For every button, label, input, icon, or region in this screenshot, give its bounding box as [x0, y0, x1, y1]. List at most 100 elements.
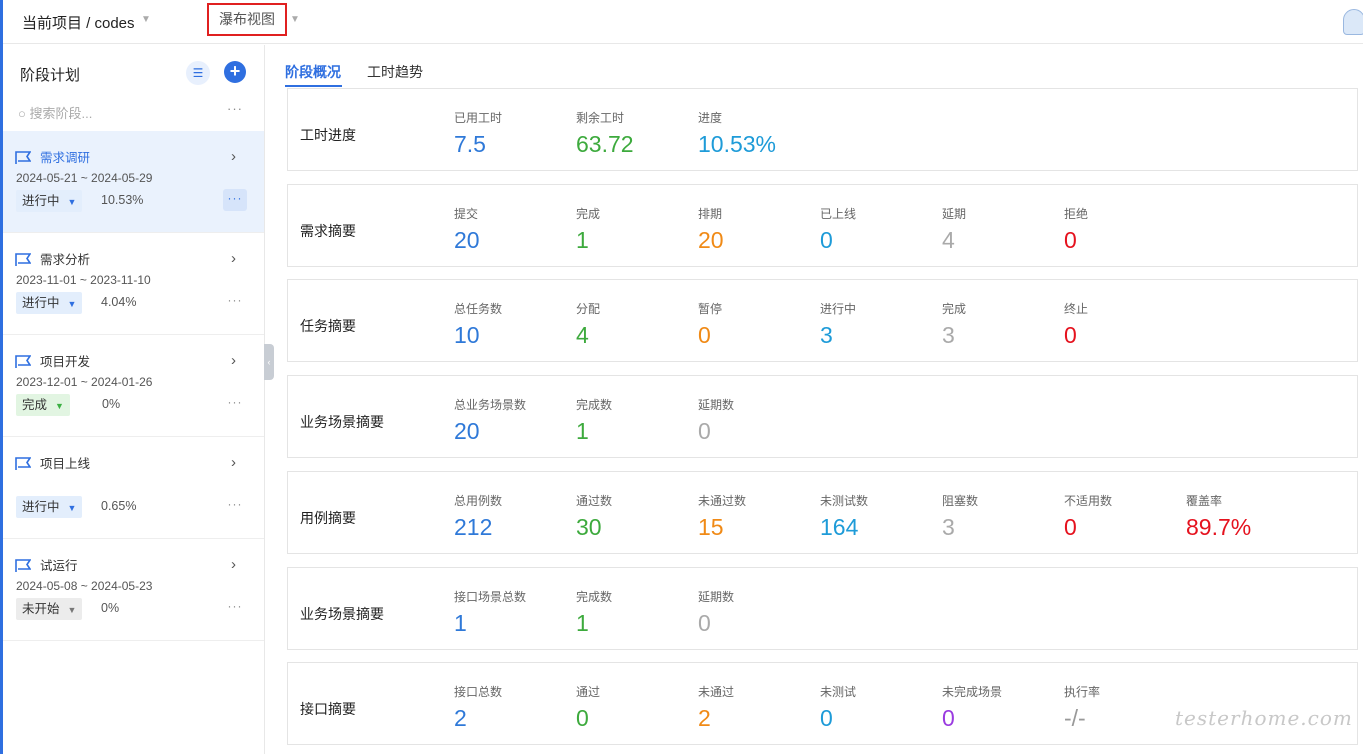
metric: 接口场景总数 1 [454, 588, 526, 637]
metric: 完成数 1 [576, 396, 612, 445]
phase-progress: 0% [102, 397, 121, 411]
summary-card: 业务场景摘要 总业务场景数 20 完成数 1 延期数 0 [287, 375, 1358, 459]
user-avatar-icon[interactable] [1343, 9, 1363, 35]
metric-label: 完成 [942, 302, 967, 317]
metric-value: 10 [454, 322, 480, 349]
metric: 阻塞数 3 [942, 492, 978, 541]
metric-value: 63.72 [576, 131, 634, 157]
chevron-right-icon[interactable]: › [231, 454, 236, 471]
metric-value: 1 [576, 418, 589, 445]
phase-progress: 4.04% [101, 295, 137, 309]
more-dots-icon[interactable]: ··· [223, 189, 247, 211]
more-dots-icon[interactable]: ··· [223, 393, 247, 415]
metric-value: 2 [698, 705, 711, 732]
metric: 延期数 0 [698, 396, 734, 445]
chevron-left-icon[interactable]: ‹ [264, 344, 274, 380]
metric: 总任务数 10 [454, 300, 502, 349]
metric: 不适用数 0 [1064, 492, 1112, 541]
phase-sidebar: 阶段计划 ☰ + ○ 搜索阶段... ··· 需求调研 › 2024-05-21 ~… [3, 45, 265, 754]
phase-status-label: 完成 [22, 398, 48, 412]
metric-value: 0 [698, 609, 711, 636]
metric-value: 0 [1064, 513, 1077, 540]
metric-value: 4 [576, 322, 589, 349]
metric: 提交 20 [454, 205, 480, 254]
metric: 接口总数 2 [454, 683, 502, 732]
metric-label: 执行率 [1064, 685, 1101, 700]
card-title: 用例摘要 [300, 509, 356, 526]
more-dots-icon[interactable]: ··· [223, 495, 247, 517]
phase-progress: 10.53% [101, 193, 144, 207]
phase-item[interactable]: 试运行 › 2024-05-08 ~ 2024-05-23 未开始 ▼ 0% ··· [3, 539, 264, 641]
chevron-right-icon[interactable]: › [231, 352, 236, 369]
metric-value: 20 [454, 226, 480, 253]
card-title: 需求摘要 [300, 222, 356, 239]
metric-label: 接口总数 [454, 685, 503, 700]
metric: 剩余工时 63.72 [576, 109, 634, 158]
metric: 延期 4 [942, 205, 966, 254]
metric-value: -/- [1064, 705, 1086, 732]
phase-dates: 2023-12-01 ~ 2024-01-26 [16, 375, 153, 389]
phase-search-input[interactable]: ○ 搜索阶段... [18, 103, 218, 123]
chevron-right-icon[interactable]: › [231, 556, 236, 573]
phase-status-select[interactable]: 未开始 ▼ [16, 598, 83, 620]
breadcrumb-dropdown-icon[interactable]: ▼ [141, 14, 151, 25]
phase-name: 需求分析 [40, 253, 91, 267]
caret-down-icon: ▼ [67, 605, 77, 615]
phase-status-select[interactable]: 进行中 ▼ [16, 292, 83, 314]
metric-label: 完成数 [576, 398, 613, 413]
phase-status-select[interactable]: 进行中 ▼ [16, 496, 83, 518]
metric-label: 提交 [454, 206, 479, 221]
more-dots-icon[interactable]: ··· [227, 101, 243, 116]
metric-label: 进行中 [820, 302, 857, 317]
metric-label: 通过 [576, 685, 601, 700]
metric: 终止 0 [1064, 300, 1088, 349]
metric: 完成 3 [942, 300, 966, 349]
metric-value: 164 [820, 513, 859, 540]
flag-icon [15, 253, 31, 266]
metric-label: 不适用数 [1064, 493, 1113, 508]
metric-label: 已用工时 [454, 111, 503, 125]
metric-label: 延期 [942, 206, 967, 221]
active-tab-indicator [285, 85, 342, 87]
more-dots-icon[interactable]: ··· [223, 291, 247, 313]
chevron-right-icon[interactable]: › [231, 250, 236, 267]
phase-name: 试运行 [40, 559, 78, 573]
phase-status-label: 未开始 [22, 602, 60, 616]
phase-name: 需求调研 [40, 151, 91, 165]
phase-item[interactable]: 项目上线 › 进行中 ▼ 0.65% ··· [3, 437, 264, 539]
metric-label: 完成数 [576, 589, 613, 604]
view-switch-button[interactable]: 瀑布视图 [207, 3, 287, 36]
phase-status-select[interactable]: 完成 ▼ [16, 394, 70, 416]
phase-status-select[interactable]: 进行中 ▼ [16, 190, 83, 212]
list-icon[interactable]: ☰ [186, 61, 210, 85]
phase-dates: 2024-05-08 ~ 2024-05-23 [16, 579, 153, 593]
summary-card: 需求摘要 提交 20 完成 1 排期 20 已上线 0 延期 4 拒绝 0 [287, 183, 1358, 267]
plus-icon[interactable]: + [224, 61, 246, 83]
metric-value: 3 [820, 322, 833, 349]
phase-name: 项目开发 [40, 355, 91, 369]
phase-status-label: 进行中 [22, 194, 60, 208]
tab-overview[interactable]: 阶段概况 [285, 62, 341, 82]
metric-value: 212 [454, 513, 493, 540]
phase-item[interactable]: 项目开发 › 2023-12-01 ~ 2024-01-26 完成 ▼ 0% ··· [3, 335, 264, 437]
metric: 完成数 1 [576, 588, 612, 637]
tab-hours-trend[interactable]: 工时趋势 [367, 62, 423, 82]
search-placeholder: 搜索阶段... [29, 106, 93, 121]
project-breadcrumb[interactable]: 当前项目 / codes [22, 12, 135, 33]
metric-value: 15 [698, 513, 724, 540]
metric: 通过数 30 [576, 492, 612, 541]
caret-down-icon: ▼ [67, 503, 77, 513]
phase-item[interactable]: 需求分析 › 2023-11-01 ~ 2023-11-10 进行中 ▼ 4.04% ··· [3, 233, 264, 335]
chevron-right-icon[interactable]: › [231, 148, 236, 165]
card-title: 任务摘要 [300, 318, 356, 335]
metric-label: 完成 [576, 206, 601, 221]
flag-icon [15, 457, 31, 470]
phase-item[interactable]: 需求调研 › 2024-05-21 ~ 2024-05-29 进行中 ▼ 10.53% ··… [3, 131, 264, 233]
view-dropdown-icon[interactable]: ▼ [290, 14, 300, 25]
more-dots-icon[interactable]: ··· [223, 597, 247, 619]
metric-value: 3 [942, 513, 955, 540]
metric: 执行率 -/- [1064, 683, 1100, 732]
metric-value: 0 [820, 226, 833, 253]
metric: 已上线 0 [820, 205, 856, 254]
flag-icon [15, 559, 31, 572]
